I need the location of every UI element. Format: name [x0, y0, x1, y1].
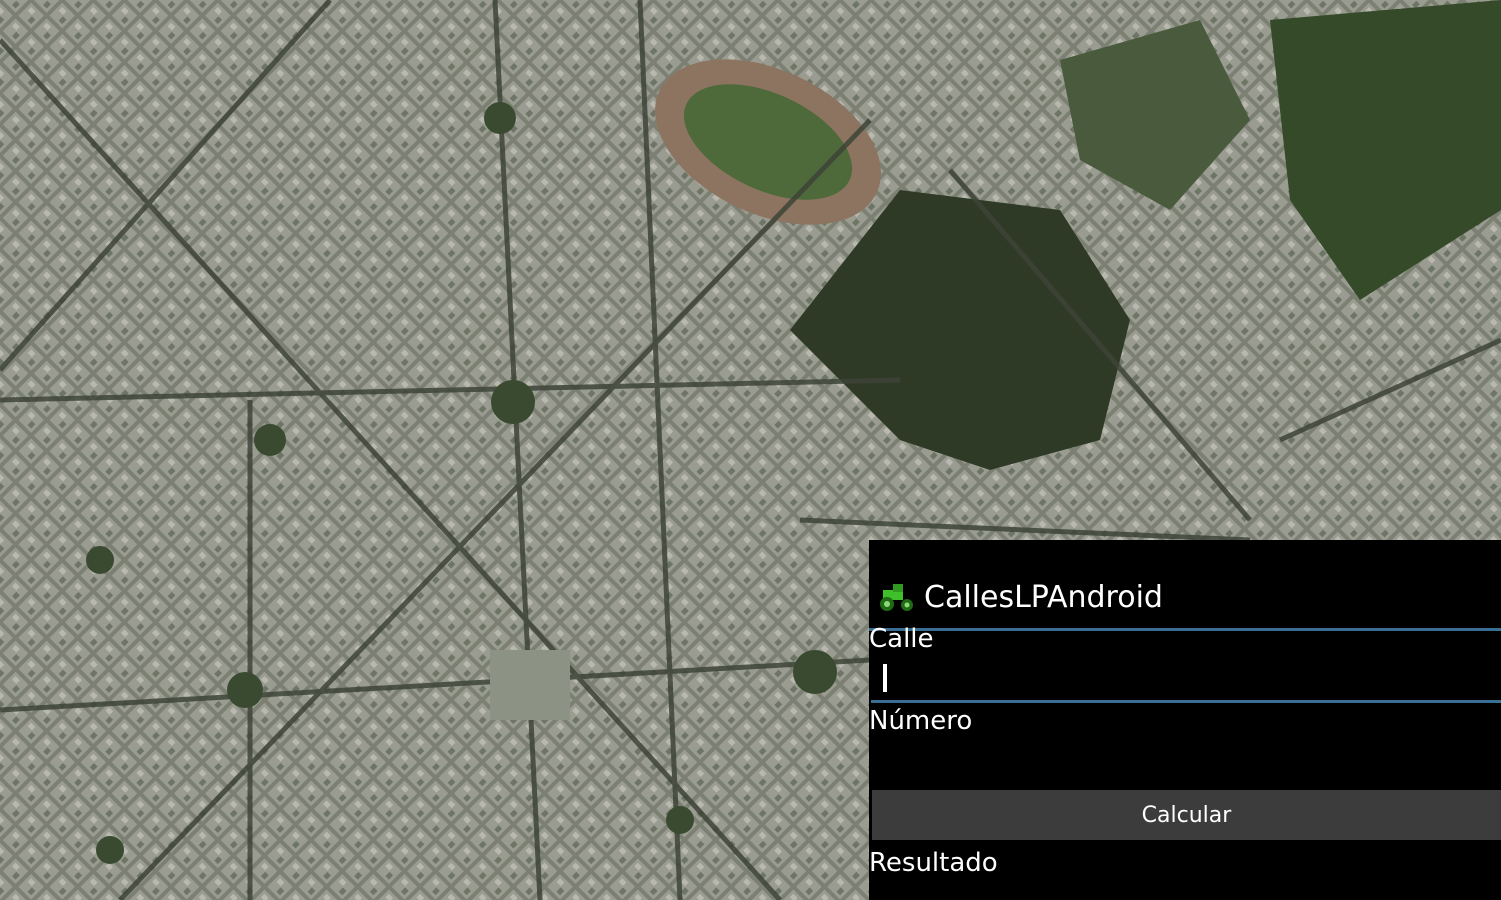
text-cursor — [883, 664, 887, 692]
calle-input[interactable] — [871, 656, 1501, 703]
app-panel: CallesLPAndroid Calle Número Calcular Re… — [869, 540, 1501, 900]
calle-label: Calle — [869, 624, 934, 654]
title-bar: CallesLPAndroid — [869, 570, 1501, 631]
tractor-icon — [877, 582, 917, 612]
app-title: CallesLPAndroid — [924, 580, 1163, 615]
calcular-button[interactable]: Calcular — [872, 790, 1501, 840]
numero-input[interactable] — [871, 736, 1501, 780]
numero-label: Número — [869, 706, 973, 736]
resultado-label: Resultado — [869, 848, 998, 878]
